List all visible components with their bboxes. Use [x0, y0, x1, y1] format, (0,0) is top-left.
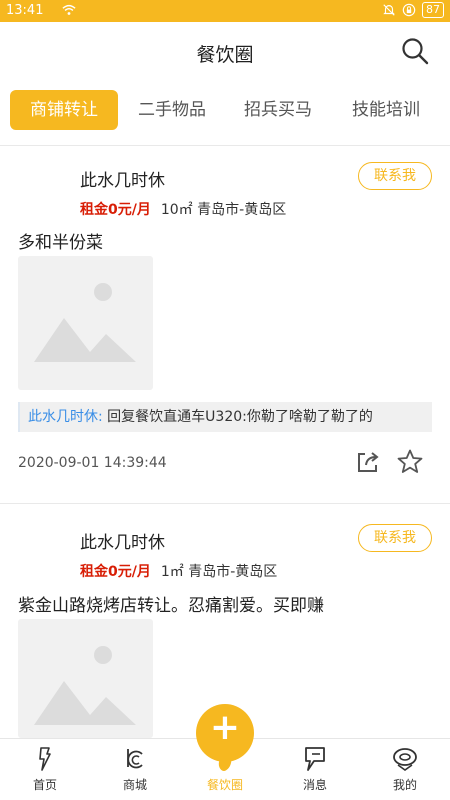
mall-icon	[127, 749, 143, 769]
nav-home[interactable]: 首页	[0, 739, 90, 800]
reply-comment[interactable]: 此水几时休: 回复餐饮直通车U320:你勒了啥勒了勒了的	[18, 402, 432, 432]
category-tabs: 商铺转让 二手物品 招兵买马 技能培训	[0, 90, 450, 132]
search-icon[interactable]	[400, 36, 430, 66]
page-title: 餐饮圈	[196, 44, 254, 66]
reply-text: 回复餐饮直通车U320:你勒了啥勒了勒了的	[107, 409, 373, 425]
contact-button[interactable]: 联系我	[358, 162, 432, 190]
profile-icon	[393, 748, 417, 771]
wifi-icon	[62, 3, 76, 21]
star-icon[interactable]	[396, 448, 424, 476]
post-card[interactable]: 此水几时休 联系我 租金0元/月 10㎡ 青岛市-黄岛区 多和半份菜 此水几时休:…	[0, 145, 450, 503]
post-description: 紫金山路烧烤店转让。忍痛割爱。买即赚	[18, 596, 324, 616]
status-time: 13:41	[6, 3, 44, 18]
tab-recruitment[interactable]: 招兵买马	[232, 90, 324, 130]
status-bar: 13:41 87	[0, 0, 450, 22]
nav-profile[interactable]: 我的	[360, 739, 450, 800]
share-icon[interactable]	[354, 448, 382, 476]
post-meta: 租金0元/月 1㎡ 青岛市-黄岛区	[80, 561, 277, 581]
contact-button[interactable]: 联系我	[358, 524, 432, 552]
image-placeholder-icon[interactable]	[18, 256, 153, 390]
tab-second-hand[interactable]: 二手物品	[126, 90, 218, 130]
shop-location: 青岛市-黄岛区	[188, 564, 278, 580]
rent-price: 租金0元/月	[80, 202, 151, 218]
shop-area: 10㎡	[160, 202, 193, 218]
message-icon	[305, 747, 325, 771]
nav-label: 商城	[122, 778, 147, 792]
nav-mall[interactable]: 商城	[90, 739, 180, 800]
nav-label: 餐饮圈	[206, 778, 243, 792]
post-date: 2020-09-01 14:39:44	[18, 455, 167, 471]
nav-label: 首页	[32, 778, 57, 792]
header: 餐饮圈	[0, 22, 450, 82]
rent-price: 租金0元/月	[80, 564, 151, 580]
bell-off-icon	[383, 4, 395, 16]
tab-shop-transfer[interactable]: 商铺转让	[10, 90, 118, 130]
post-description: 多和半份菜	[18, 233, 103, 253]
plus-icon: +	[209, 707, 241, 748]
home-icon	[39, 747, 51, 771]
reply-author: 此水几时休:	[28, 409, 103, 425]
post-author: 此水几时休	[80, 533, 165, 553]
nav-label: 我的	[392, 778, 417, 792]
add-post-button[interactable]: +	[196, 704, 254, 762]
battery-indicator: 87	[422, 2, 444, 18]
image-placeholder-icon[interactable]	[18, 619, 153, 738]
lock-rotation-icon	[402, 3, 416, 17]
post-card[interactable]: 此水几时休 联系我 租金0元/月 1㎡ 青岛市-黄岛区 紫金山路烧烤店转让。忍痛割…	[0, 503, 450, 738]
post-meta: 租金0元/月 10㎡ 青岛市-黄岛区	[80, 199, 286, 219]
shop-area: 1㎡	[160, 564, 184, 580]
nav-label: 消息	[302, 778, 327, 792]
nav-messages[interactable]: 消息	[270, 739, 360, 800]
tab-skill-training[interactable]: 技能培训	[340, 90, 432, 130]
shop-location: 青岛市-黄岛区	[197, 202, 287, 218]
post-author: 此水几时休	[80, 171, 165, 191]
